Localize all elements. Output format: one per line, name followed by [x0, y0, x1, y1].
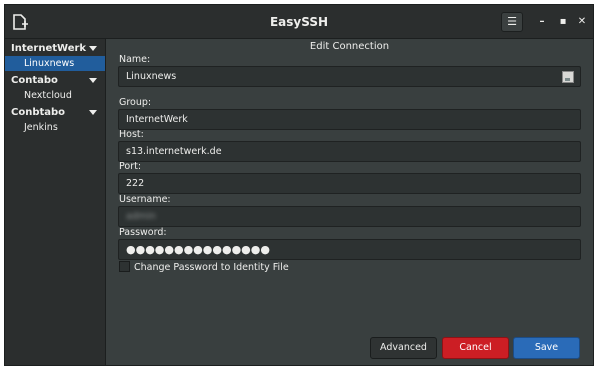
- page-title: Edit Connection: [309, 41, 390, 52]
- sidebar-group-label: Contabo: [11, 75, 58, 86]
- name-field[interactable]: Linuxnews: [118, 66, 581, 87]
- sidebar-item-jenkins[interactable]: Jenkins: [5, 120, 105, 135]
- host-field[interactable]: s13.internetwerk.de: [118, 141, 581, 162]
- sidebar-group-label: Conbtabo: [11, 107, 66, 118]
- identity-file-option[interactable]: Change Password to Identity File: [119, 261, 289, 275]
- app-window: EasySSH ☰ – ▪ ✕ InternetWerk Linuxnews C…: [4, 4, 594, 366]
- new-document-icon[interactable]: [11, 13, 29, 31]
- username-label: Username:: [119, 194, 171, 205]
- password-label: Password:: [119, 227, 167, 238]
- sidebar-group-conbtabo[interactable]: Conbtabo: [5, 105, 105, 120]
- save-button[interactable]: Save: [513, 337, 580, 359]
- port-value: 222: [126, 178, 145, 189]
- minimize-icon[interactable]: –: [533, 13, 551, 31]
- name-label: Name:: [119, 54, 151, 65]
- checkbox-label: Change Password to Identity File: [134, 262, 289, 273]
- password-value: ●●●●●●●●●●●●●●●: [126, 243, 270, 256]
- sidebar-group-contabo[interactable]: Contabo: [5, 73, 105, 88]
- port-field[interactable]: 222: [118, 173, 581, 194]
- group-label: Group:: [119, 97, 152, 108]
- hamburger-menu-icon[interactable]: ☰: [501, 12, 523, 32]
- host-label: Host:: [119, 129, 144, 140]
- port-label: Port:: [119, 161, 142, 172]
- host-sidebar: InternetWerk Linuxnews Contabo Nextcloud…: [5, 39, 106, 365]
- advanced-button[interactable]: Advanced: [370, 337, 437, 359]
- username-field[interactable]: admin: [118, 206, 581, 227]
- group-field[interactable]: InternetWerk: [118, 109, 581, 130]
- emoji-picker-icon[interactable]: [562, 71, 574, 83]
- close-icon[interactable]: ✕: [573, 13, 591, 31]
- sidebar-group-internetwerk[interactable]: InternetWerk: [5, 41, 105, 56]
- edit-connection-panel: Edit Connection Name: Linuxnews Group: I…: [106, 39, 593, 365]
- cancel-button[interactable]: Cancel: [442, 337, 509, 359]
- sidebar-item-linuxnews[interactable]: Linuxnews: [5, 56, 105, 71]
- group-value: InternetWerk: [126, 114, 188, 125]
- host-value: s13.internetwerk.de: [126, 146, 222, 157]
- chevron-down-icon[interactable]: [89, 78, 97, 83]
- title-bar: EasySSH ☰ – ▪ ✕: [5, 5, 593, 39]
- password-field[interactable]: ●●●●●●●●●●●●●●●: [118, 239, 581, 260]
- name-value: Linuxnews: [126, 71, 177, 82]
- sidebar-item-nextcloud[interactable]: Nextcloud: [5, 88, 105, 103]
- chevron-down-icon[interactable]: [89, 110, 97, 115]
- maximize-icon[interactable]: ▪: [554, 13, 572, 31]
- identity-file-checkbox[interactable]: [119, 261, 130, 272]
- chevron-down-icon[interactable]: [89, 46, 97, 51]
- username-value: admin: [126, 211, 156, 222]
- sidebar-group-label: InternetWerk: [11, 43, 87, 54]
